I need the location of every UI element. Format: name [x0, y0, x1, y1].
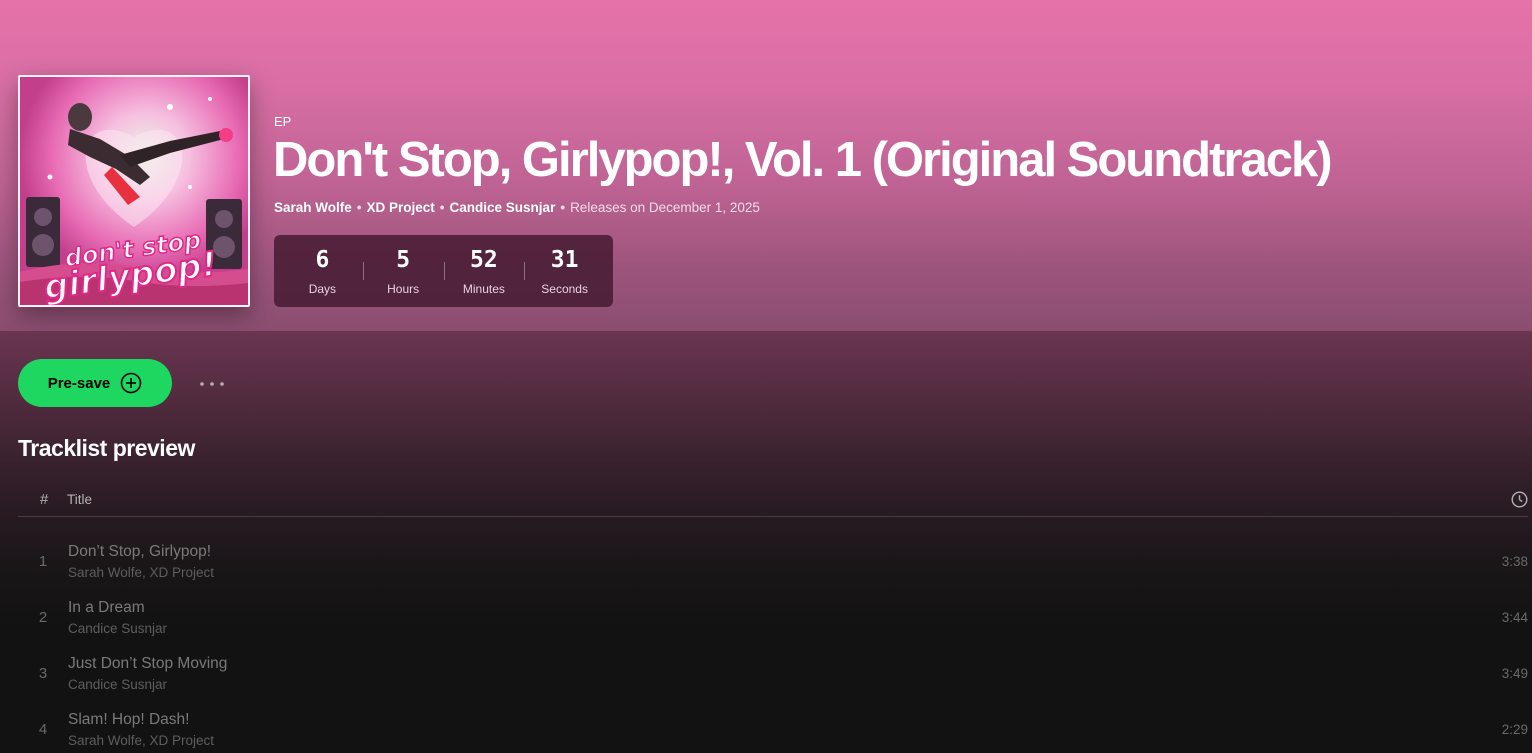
track-number: 2	[38, 609, 48, 626]
track-row[interactable]: 1 Don’t Stop, Girlypop! Sarah Wolfe, XD …	[18, 537, 1528, 593]
release-countdown: 6 Days 5 Hours 52 Minutes 31 Seconds	[274, 235, 613, 307]
track-duration: 3:38	[1501, 554, 1528, 569]
track-artists: Candice Susnjar	[68, 677, 168, 692]
track-title: In a Dream	[68, 599, 145, 616]
countdown-minutes-label: Minutes	[462, 282, 505, 296]
cover-art: don't stop girlypop!	[20, 77, 248, 305]
countdown-minutes-value: 52	[470, 247, 498, 273]
clock-icon	[1511, 491, 1528, 508]
track-title: Just Don’t Stop Moving	[68, 655, 228, 672]
countdown-seconds-value: 31	[550, 247, 579, 273]
track-number: 1	[38, 553, 48, 570]
track-number: 3	[38, 665, 48, 682]
track-artists: Candice Susnjar	[68, 621, 168, 636]
track-row[interactable]: 4 Slam! Hop! Dash! Sarah Wolfe, XD Proje…	[18, 705, 1528, 753]
release-type-label: EP	[274, 114, 292, 129]
more-options-button[interactable]	[194, 368, 230, 398]
plus-circle-icon	[120, 372, 142, 394]
countdown-hours-label: Hours	[387, 282, 420, 296]
track-row[interactable]: 3 Just Don’t Stop Moving Candice Susnjar…	[18, 649, 1528, 705]
track-number: 4	[38, 721, 48, 738]
track-duration: 3:44	[1501, 610, 1528, 625]
countdown-seconds: 31 Seconds	[524, 246, 605, 296]
column-title-header: Title	[67, 492, 93, 507]
countdown-days-label: Days	[308, 282, 337, 296]
album-cover-image: don't stop girlypop!	[18, 75, 250, 307]
track-title: Slam! Hop! Dash!	[68, 711, 190, 728]
track-artists: Sarah Wolfe, XD Project	[68, 733, 215, 748]
artist-link[interactable]: Candice Susnjar	[450, 200, 556, 215]
tracklist-header-row: # Title	[18, 484, 1528, 517]
countdown-days-value: 6	[315, 247, 330, 273]
release-date: Releases on December 1, 2025	[570, 200, 760, 215]
presave-button[interactable]: Pre-save	[18, 359, 172, 407]
column-number-header: #	[40, 491, 49, 508]
countdown-minutes: 52 Minutes	[443, 246, 525, 296]
countdown-days: 6 Days	[282, 246, 363, 296]
album-title: Don't Stop, Girlypop!, Vol. 1 (Original …	[273, 133, 1333, 187]
track-duration: 3:49	[1501, 666, 1528, 681]
more-options-icon	[199, 374, 225, 392]
track-duration: 2:29	[1501, 722, 1528, 737]
countdown-hours-value: 5	[396, 247, 411, 273]
track-artists: Sarah Wolfe, XD Project	[68, 565, 215, 580]
countdown-hours: 5 Hours	[362, 246, 444, 296]
artist-link[interactable]: Sarah Wolfe	[274, 200, 352, 215]
artist-link[interactable]: XD Project	[367, 200, 435, 215]
tracklist-heading: Tracklist preview	[18, 435, 195, 461]
separator-dot: •	[439, 200, 445, 215]
album-meta-line: Sarah Wolfe • XD Project • Candice Susnjar • R…	[274, 200, 760, 215]
separator-dot: •	[356, 200, 362, 215]
album-page: don't stop girlypop! EP Don't Stop, Girl…	[0, 0, 1532, 753]
presave-button-label: Pre-save	[47, 374, 111, 392]
countdown-seconds-label: Seconds	[541, 282, 588, 296]
track-row[interactable]: 2 In a Dream Candice Susnjar 3:44	[18, 593, 1528, 649]
separator-dot: •	[560, 200, 566, 215]
track-title: Don’t Stop, Girlypop!	[68, 543, 212, 560]
